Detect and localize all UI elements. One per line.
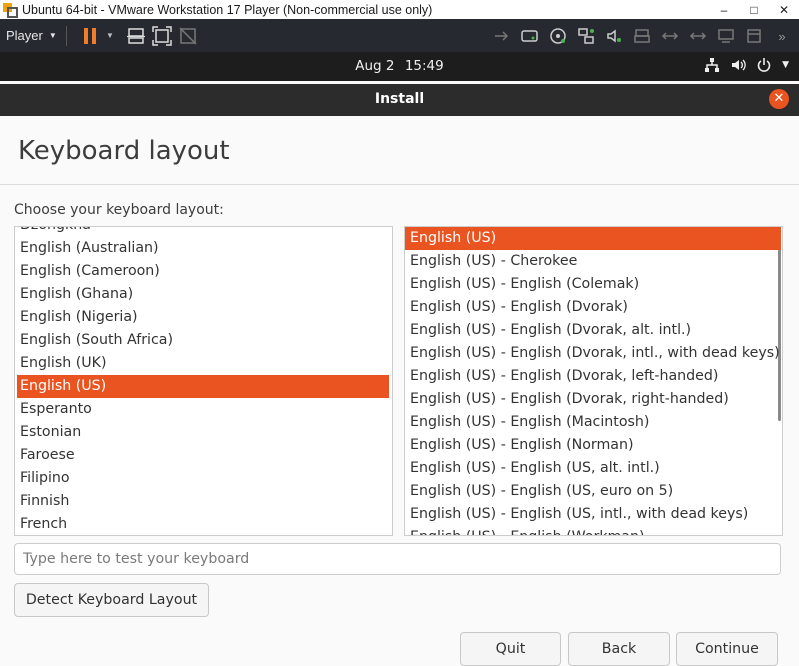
page-title: Keyboard layout: [18, 136, 230, 166]
keyboard-variant-list[interactable]: English (US) English (US) - Cherokee Engli…: [404, 226, 783, 536]
list-item[interactable]: Dzongkha: [15, 227, 392, 237]
list-item[interactable]: English (Ghana): [15, 283, 392, 306]
printer-icon: [634, 29, 650, 43]
vmware-title-bar: Ubuntu 64-bit - VMware Workstation 17 Pl…: [0, 0, 799, 19]
usb-icon: [661, 32, 679, 40]
quit-button[interactable]: Quit: [460, 632, 561, 666]
list-item[interactable]: English (Cameroon): [15, 260, 392, 283]
network-device-button[interactable]: [489, 23, 515, 49]
drive-icon: [747, 29, 761, 43]
speaker-icon: [607, 29, 621, 43]
hard-disk-icon: [521, 30, 538, 42]
chevron-down-icon: ▼: [48, 31, 57, 40]
usb-device-2-button[interactable]: [685, 23, 711, 49]
vmware-toolbar: Player ▼ ▼ »: [0, 19, 799, 52]
choose-layout-label: Choose your keyboard layout:: [14, 202, 224, 218]
network-wired-icon: [705, 58, 720, 72]
arrows-icon: [495, 31, 509, 41]
pause-button[interactable]: [77, 23, 103, 49]
player-menu-label: Player: [6, 28, 43, 43]
send-ctrl-alt-del-button[interactable]: [123, 23, 149, 49]
list-item[interactable]: French: [15, 513, 392, 535]
keyboard-layout-list[interactable]: DzongkhaEnglish (Australian)English (Cam…: [14, 226, 393, 536]
pause-icon: [84, 27, 96, 44]
device-icons: »: [489, 23, 795, 49]
power-icon: [757, 58, 771, 72]
usb-device-button[interactable]: [657, 23, 683, 49]
list-item[interactable]: Faroese: [15, 444, 392, 467]
double-chevron-icon: »: [778, 28, 786, 44]
cd-dvd-button[interactable]: [545, 23, 571, 49]
close-icon: ✕: [773, 91, 785, 106]
list-item[interactable]: Esperanto: [15, 398, 392, 421]
system-menu[interactable]: ▼: [704, 57, 789, 73]
list-item[interactable]: English (US) - English (Dvorak, right-ha…: [405, 388, 782, 411]
list-item[interactable]: English (US) - English (Macintosh): [405, 411, 782, 434]
chevron-down-icon: ▼: [782, 60, 789, 70]
player-menu[interactable]: Player ▼: [0, 28, 58, 43]
keyboard-test-input[interactable]: [14, 543, 781, 575]
minimize-button[interactable]: –: [709, 3, 739, 17]
list-item[interactable]: English (US): [405, 227, 781, 250]
list-item[interactable]: English (Australian): [15, 237, 392, 260]
maximize-button[interactable]: □: [739, 3, 769, 17]
date-text: Aug 2: [355, 58, 395, 74]
installer-header: Install ✕: [0, 84, 799, 116]
hard-disk-button[interactable]: [517, 23, 543, 49]
window-close-button[interactable]: ✕: [769, 3, 799, 17]
header-divider: [0, 184, 799, 185]
network-adapter-button[interactable]: [573, 23, 599, 49]
chevron-down-icon: ▼: [106, 31, 114, 40]
list-item[interactable]: English (US) - English (Workman): [405, 526, 782, 535]
fullscreen-button[interactable]: [149, 23, 175, 49]
window-title: Ubuntu 64-bit - VMware Workstation 17 Pl…: [22, 2, 433, 17]
list-item[interactable]: Estonian: [15, 421, 392, 444]
unity-icon: [179, 26, 197, 45]
list-item[interactable]: English (US) - English (Dvorak): [405, 296, 782, 319]
vmware-logo-icon: [3, 2, 18, 18]
list-item[interactable]: English (US) - English (Colemak): [405, 273, 782, 296]
storage-device-button[interactable]: [741, 23, 767, 49]
list-item[interactable]: English (US) - English (Dvorak, intl., w…: [405, 342, 782, 365]
list-item[interactable]: English (Nigeria): [15, 306, 392, 329]
sound-card-button[interactable]: [601, 23, 627, 49]
installer-close-button[interactable]: ✕: [769, 89, 789, 109]
volume-icon: [732, 59, 746, 71]
list-item[interactable]: English (US) - English (Dvorak, left-han…: [405, 365, 782, 388]
printer-button[interactable]: [629, 23, 655, 49]
pause-dropdown-button[interactable]: ▼: [103, 23, 117, 49]
monitor-icon: [718, 29, 734, 43]
list-item[interactable]: English (US) - English (Norman): [405, 434, 782, 457]
list-item[interactable]: English (US) - English (US, intl., with …: [405, 503, 782, 526]
list-item[interactable]: English (US): [17, 375, 389, 398]
list-item[interactable]: English (US) - English (Dvorak, alt. int…: [405, 319, 782, 342]
network-adapter-icon: [578, 28, 594, 44]
installer-title: Install: [374, 91, 425, 107]
list-item[interactable]: English (South Africa): [15, 329, 392, 352]
ubuntu-top-bar: Aug 2 15:49 ▼: [0, 52, 799, 81]
cd-icon: [550, 28, 566, 44]
list-item[interactable]: Finnish: [15, 490, 392, 513]
continue-button[interactable]: Continue: [676, 632, 778, 666]
list-item[interactable]: Filipino: [15, 467, 392, 490]
unity-mode-button[interactable]: [175, 23, 201, 49]
list-item[interactable]: English (UK): [15, 352, 392, 375]
list-item[interactable]: English (US) - Cherokee: [405, 250, 782, 273]
back-button[interactable]: Back: [568, 632, 670, 666]
detect-keyboard-layout-button[interactable]: Detect Keyboard Layout: [14, 583, 209, 617]
keyboard-network-icon: [127, 27, 145, 44]
list-item[interactable]: English (US) - English (US, alt. intl.): [405, 457, 782, 480]
date-time-menu[interactable]: Aug 2 15:49: [0, 58, 799, 74]
usb-icon: [689, 32, 707, 40]
list-item[interactable]: English (US) - English (US, euro on 5): [405, 480, 782, 503]
toolbar-divider: [66, 25, 67, 46]
more-devices-button[interactable]: »: [769, 23, 795, 49]
fullscreen-icon: [152, 25, 172, 46]
time-text: 15:49: [404, 58, 444, 74]
display-device-button[interactable]: [713, 23, 739, 49]
